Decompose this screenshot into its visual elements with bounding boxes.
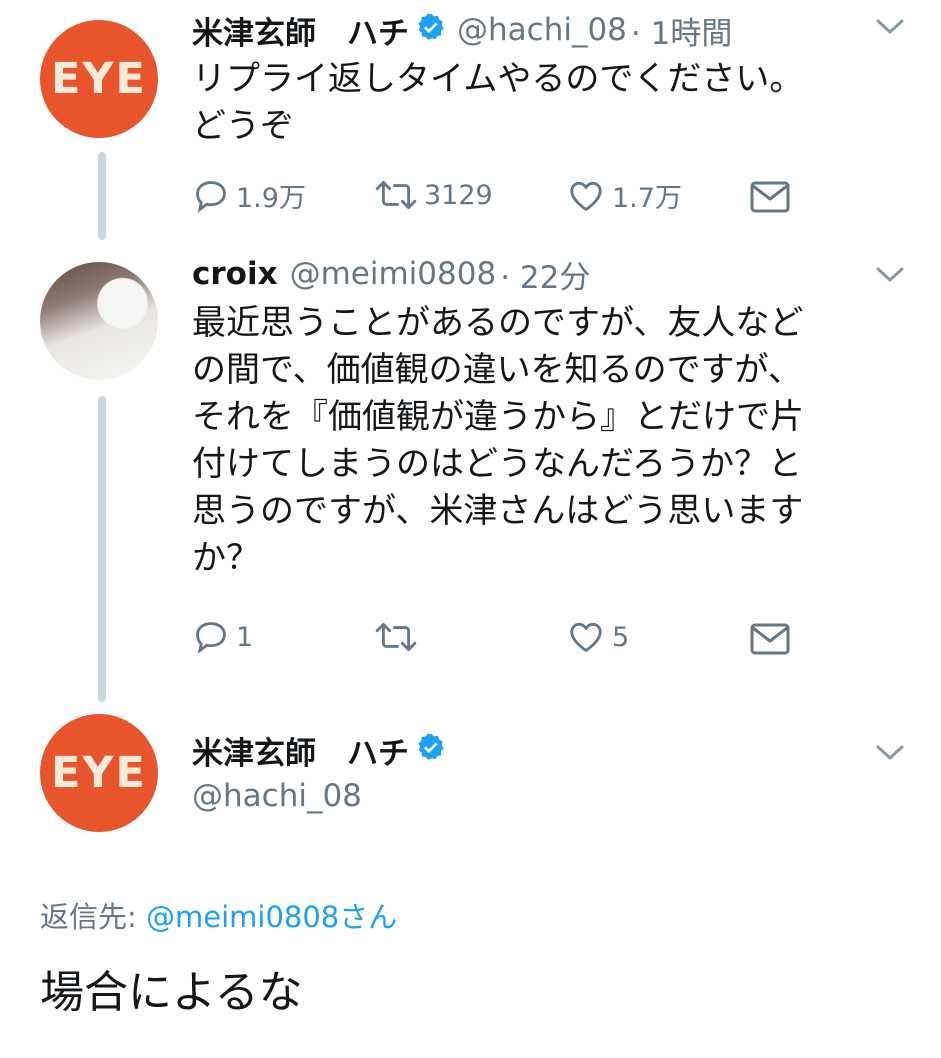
like-button[interactable]: 1.7万	[566, 176, 682, 215]
retweet-icon	[374, 176, 418, 214]
tweet-header: croix @meimi0808 · 22分	[192, 252, 590, 296]
reply-icon	[192, 177, 230, 215]
reply-count: 1.9万	[236, 183, 306, 214]
avatar-logo-text: EYE	[51, 54, 147, 104]
avatar-logo-text: EYE	[51, 748, 147, 798]
verified-badge-icon	[415, 12, 447, 48]
reply-to-mention[interactable]: @meimi0808さん	[146, 900, 397, 934]
tweet-text: リプライ返しタイムやるのでください。 どうぞ	[192, 59, 804, 146]
retweet-count: 3129	[424, 179, 493, 211]
display-name[interactable]: croix	[192, 256, 278, 292]
tweet-text: 最近思うことがあるのですが、友人など の間で、価値観の違いを知るのですが、 それ…	[192, 303, 804, 578]
retweet-button[interactable]: 3129	[374, 176, 493, 214]
retweet-icon	[374, 618, 418, 656]
user-handle[interactable]: @meimi0808	[290, 256, 497, 292]
user-handle[interactable]: @hachi_08	[457, 12, 627, 48]
thread-line	[98, 396, 106, 702]
reply-button[interactable]: 1.9万	[192, 176, 306, 215]
display-name[interactable]: 米津玄師 ハチ	[192, 8, 409, 53]
tweet-header: 米津玄師 ハチ @hachi_08 · 1時間	[192, 8, 732, 52]
message-icon[interactable]	[750, 180, 790, 218]
thread-line	[98, 152, 106, 240]
message-icon[interactable]	[750, 622, 790, 660]
tweet-time[interactable]: · 1時間	[631, 8, 732, 53]
chevron-down-icon[interactable]	[876, 744, 904, 766]
tweet-header: 米津玄師 ハチ	[192, 728, 447, 772]
user-handle[interactable]: @hachi_08	[192, 778, 362, 814]
avatar[interactable]: EYE	[40, 20, 158, 138]
reply-button[interactable]: 1	[192, 618, 253, 656]
avatar[interactable]: EYE	[40, 714, 158, 832]
reply-icon	[192, 618, 230, 656]
display-name[interactable]: 米津玄師 ハチ	[192, 728, 409, 773]
reply-to-line: 返信先: @meimi0808さん	[40, 894, 397, 936]
like-icon	[566, 618, 606, 656]
like-button[interactable]: 5	[566, 618, 629, 656]
tweet-text: 場合によるな	[40, 967, 303, 1018]
chevron-down-icon[interactable]	[876, 266, 904, 288]
verified-badge-icon	[415, 732, 447, 768]
reply-to-label: 返信先:	[40, 900, 137, 934]
like-count: 5	[612, 621, 630, 653]
like-icon	[566, 177, 606, 215]
reply-count: 1	[236, 621, 254, 653]
avatar[interactable]	[40, 262, 158, 380]
retweet-button[interactable]	[374, 618, 424, 656]
chevron-down-icon[interactable]	[876, 18, 904, 40]
tweet-time[interactable]: · 22分	[500, 252, 590, 297]
like-count: 1.7万	[612, 183, 682, 214]
